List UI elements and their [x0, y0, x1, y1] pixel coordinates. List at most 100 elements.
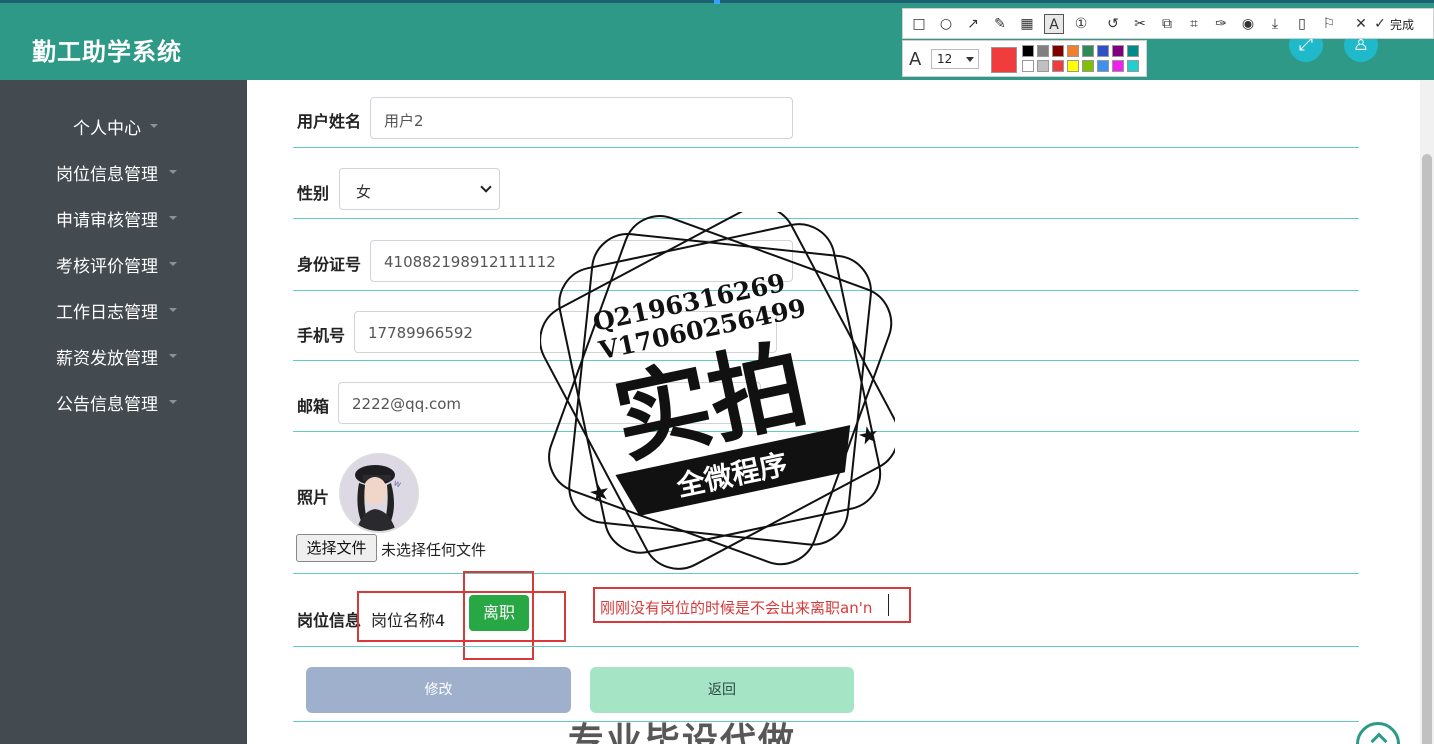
id-card-label: 身份证号	[297, 255, 362, 274]
ocr-icon[interactable]: ⧉	[1157, 14, 1177, 34]
email-input[interactable]: 2222@qq.com	[338, 382, 761, 424]
row-divider	[293, 573, 1359, 574]
row-divider	[293, 431, 1359, 432]
color-swatch[interactable]	[1127, 45, 1139, 57]
text-cursor	[888, 594, 889, 616]
text-tool-icon[interactable]: A	[1044, 14, 1064, 34]
gender-select-value: 女	[356, 183, 372, 201]
scrollbar-thumb[interactable]	[1422, 154, 1432, 744]
row-divider	[293, 721, 1359, 722]
color-swatch[interactable]	[1112, 60, 1124, 72]
undo-icon[interactable]: ↺	[1103, 14, 1123, 34]
chevron-down-icon	[150, 124, 158, 128]
chevron-down-icon	[169, 216, 177, 220]
email-label: 邮箱	[297, 397, 330, 416]
window-top-strip	[0, 0, 1434, 4]
chevron-down-icon	[169, 354, 177, 358]
sidebar-item-label: 考核评价管理	[56, 257, 158, 277]
back-button[interactable]: 返回	[590, 667, 854, 713]
font-size-select[interactable]: 12	[931, 49, 979, 69]
color-swatch[interactable]	[1052, 60, 1064, 72]
sidebar-item-work-log[interactable]: 工作日志管理	[0, 294, 247, 324]
font-icon: A	[909, 49, 922, 70]
color-swatch[interactable]	[1082, 60, 1094, 72]
color-swatch[interactable]	[1127, 60, 1139, 72]
color-swatch[interactable]	[1082, 45, 1094, 57]
ellipse-tool-icon[interactable]: ○	[936, 14, 956, 34]
sidebar-item-salary[interactable]: 薪资发放管理	[0, 340, 247, 370]
username-input[interactable]: 用户2	[370, 97, 793, 139]
pen-tool-icon[interactable]: ✎	[990, 14, 1010, 34]
sidebar-item-label: 个人中心	[73, 119, 141, 139]
row-divider	[293, 147, 1359, 148]
chevron-down-icon	[169, 400, 177, 404]
photo-label: 照片	[297, 488, 330, 507]
gender-label: 性别	[297, 184, 330, 203]
phone-icon[interactable]: ▯	[1292, 14, 1312, 34]
scan-icon[interactable]: ⌗	[1184, 14, 1204, 34]
avatar: w	[339, 453, 419, 533]
done-button[interactable]: 完成	[1390, 16, 1414, 33]
phone-input[interactable]: 17789966592	[354, 311, 777, 353]
color-swatch[interactable]	[1037, 45, 1049, 57]
watermark-bottom-text: 专业毕设代做	[568, 721, 797, 744]
color-swatch[interactable]	[1097, 45, 1109, 57]
mosaic-tool-icon[interactable]: ▦	[1017, 14, 1037, 34]
chevron-down-icon	[169, 308, 177, 312]
annotation-rectangle	[357, 591, 566, 642]
username-label: 用户姓名	[297, 112, 362, 131]
color-swatch[interactable]	[1067, 45, 1079, 57]
row-divider	[293, 290, 1359, 291]
sidebar: 个人中心 岗位信息管理 申请审核管理 考核评价管理 工作日志管理 薪资发放管理 …	[0, 80, 247, 744]
phone-label: 手机号	[297, 326, 346, 345]
close-icon[interactable]: ✕	[1351, 14, 1371, 34]
check-icon[interactable]: ✓	[1373, 14, 1387, 34]
record-icon[interactable]: ◉	[1238, 14, 1258, 34]
chevron-down-icon	[966, 57, 974, 62]
edit-button[interactable]: 修改	[306, 667, 571, 713]
color-swatch[interactable]	[1052, 45, 1064, 57]
sidebar-item-personal-center[interactable]: 个人中心	[0, 110, 247, 140]
row-divider	[293, 360, 1359, 361]
sidebar-item-label: 公告信息管理	[56, 395, 158, 415]
sidebar-item-label: 申请审核管理	[56, 211, 158, 231]
number-tool-icon[interactable]: ①	[1071, 14, 1091, 34]
app-title: 勤工助学系统	[32, 38, 182, 66]
chevron-down-icon	[169, 262, 177, 266]
chevron-down-icon	[480, 181, 492, 193]
annotation-note-text: 刚刚没有岗位的时候是不会出来离职an'n	[600, 599, 873, 617]
sidebar-item-announcement[interactable]: 公告信息管理	[0, 386, 247, 416]
color-swatch[interactable]	[1112, 45, 1124, 57]
sidebar-item-label: 岗位信息管理	[56, 165, 158, 185]
snip-toolbar: □ ○ ↗ ✎ ▦ A ① ↺ ✂ ⧉ ⌗ ✑ ◉ ⤓ ▯ ⚐ ✕ ✓ 完成	[902, 8, 1434, 39]
sidebar-item-application-review[interactable]: 申请审核管理	[0, 202, 247, 232]
file-status-text: 未选择任何文件	[381, 541, 487, 559]
choose-file-button[interactable]: 选择文件	[296, 534, 377, 562]
color-swatch[interactable]	[1097, 60, 1109, 72]
tab-indicator	[714, 0, 720, 4]
color-swatch[interactable]	[1037, 60, 1049, 72]
color-swatch[interactable]	[1067, 60, 1079, 72]
snip-text-options: A 12	[902, 40, 1147, 77]
font-size-value: 12	[937, 52, 953, 66]
pin-icon[interactable]: ✑	[1211, 14, 1231, 34]
scrollbar[interactable]	[1420, 80, 1434, 744]
row-divider	[293, 646, 1359, 647]
chevron-down-icon	[169, 170, 177, 174]
color-swatch[interactable]	[1022, 45, 1034, 57]
sidebar-item-post-info[interactable]: 岗位信息管理	[0, 156, 247, 186]
sidebar-item-label: 工作日志管理	[56, 303, 158, 323]
current-color-swatch[interactable]	[991, 47, 1017, 73]
sidebar-item-evaluation[interactable]: 考核评价管理	[0, 248, 247, 278]
chevron-up-icon	[1370, 732, 1388, 744]
rect-tool-icon[interactable]: □	[909, 14, 929, 34]
arrow-tool-icon[interactable]: ↗	[963, 14, 983, 34]
post-info-label: 岗位信息	[297, 611, 362, 630]
id-card-input[interactable]: 410882198912111112	[370, 240, 793, 282]
row-divider	[293, 218, 1359, 219]
color-swatch[interactable]	[1022, 60, 1034, 72]
download-icon[interactable]: ⤓	[1265, 14, 1285, 34]
cut-icon[interactable]: ✂	[1130, 14, 1150, 34]
bookmark-icon[interactable]: ⚐	[1319, 14, 1339, 34]
gender-select[interactable]: 女	[339, 168, 500, 210]
